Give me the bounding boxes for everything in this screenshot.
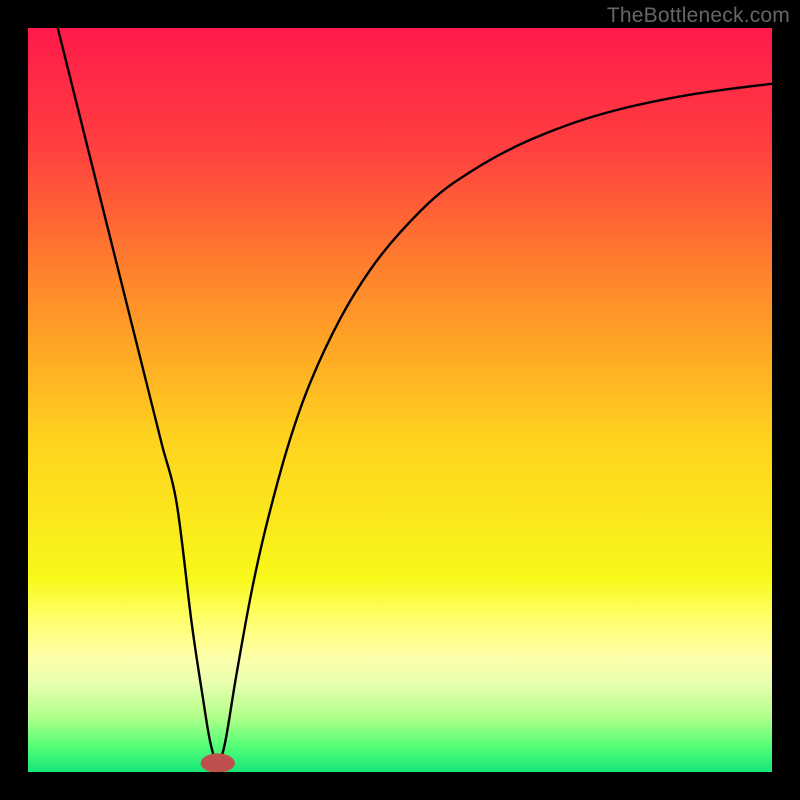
watermark-text: TheBottleneck.com [607,4,790,28]
chart-frame [28,28,772,772]
gradient-background [28,28,772,772]
chart-svg [28,28,772,772]
min-marker [201,753,235,772]
